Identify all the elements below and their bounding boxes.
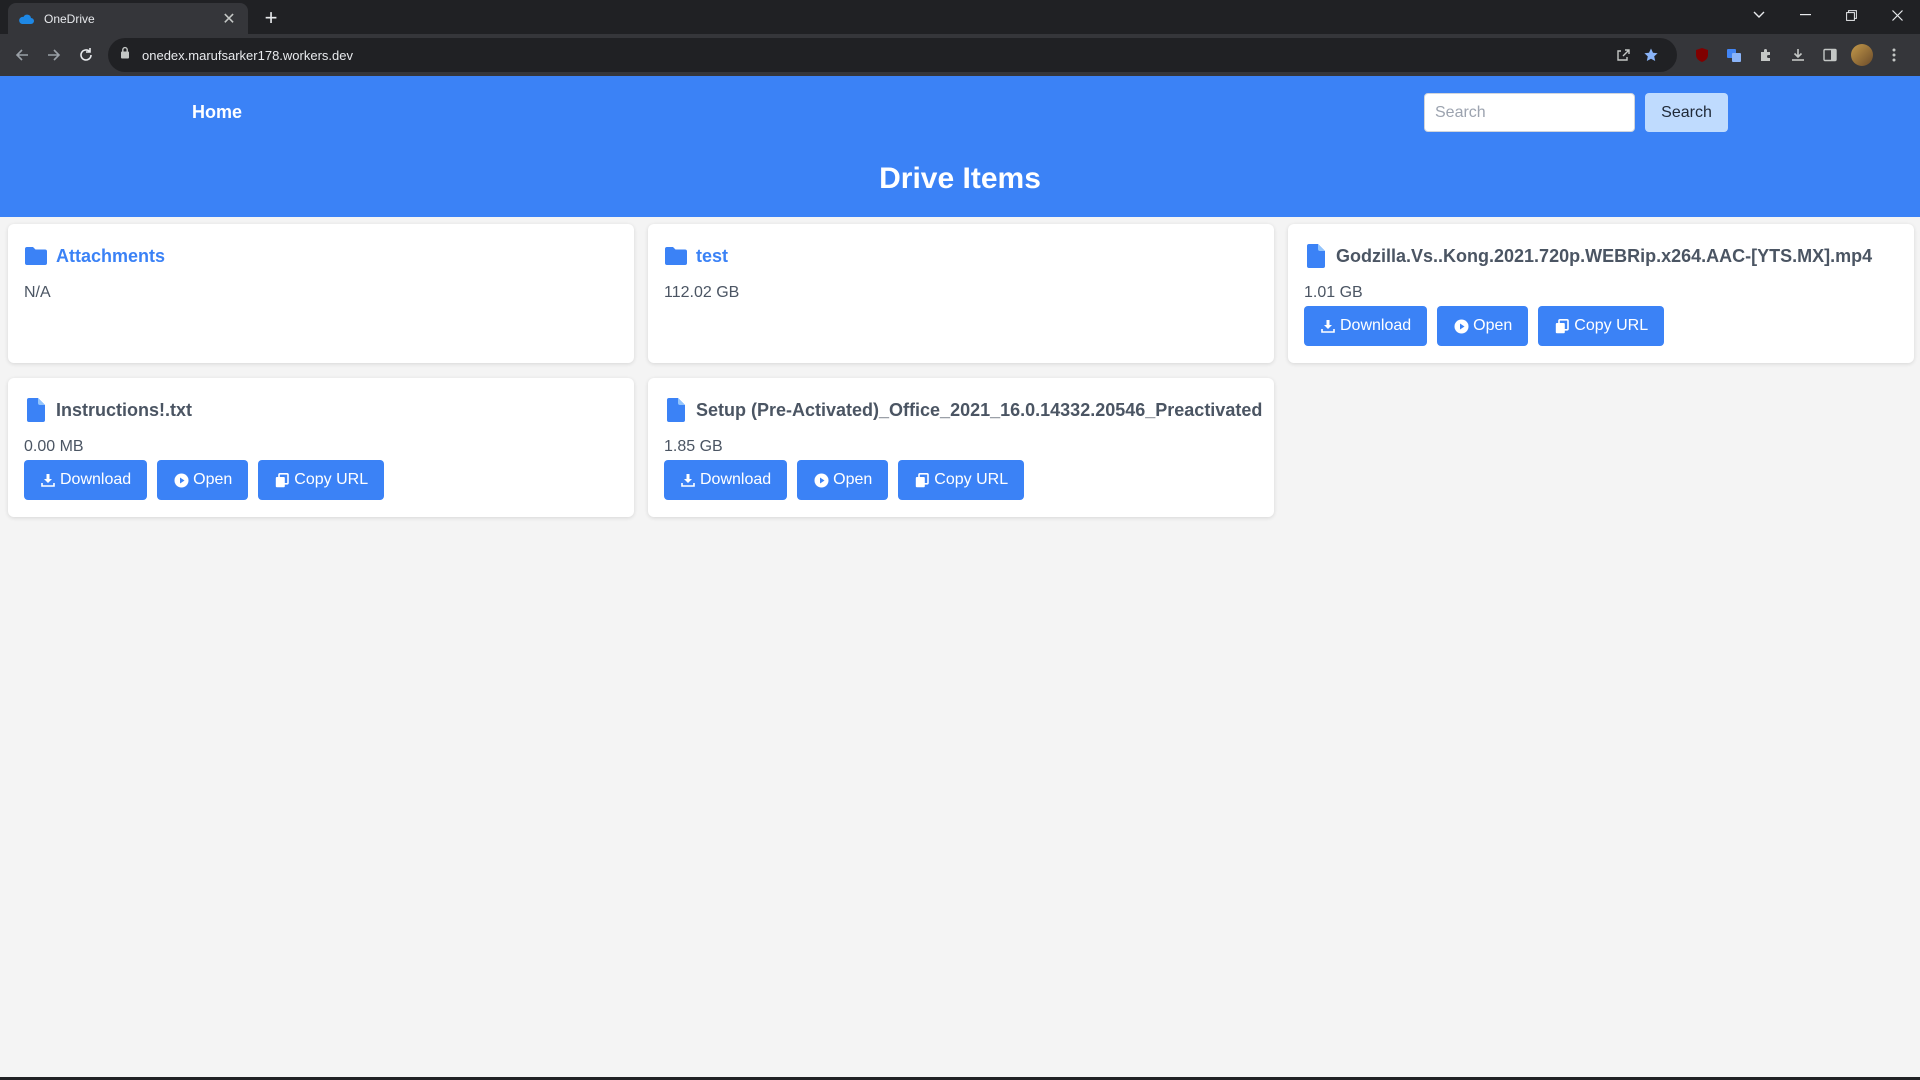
drive-item-card: Attachments N/A	[8, 224, 634, 363]
item-title: Godzilla.Vs..Kong.2021.720p.WEBRip.x264.…	[1304, 244, 1872, 268]
reload-icon[interactable]	[70, 39, 102, 71]
drive-item-card: Instructions!.txt 0.00 MB Download Open …	[8, 378, 634, 517]
file-name: Godzilla.Vs..Kong.2021.720p.WEBRip.x264.…	[1336, 245, 1873, 266]
file-name: Setup (Pre-Activated)_Office_2021_16.0.1…	[696, 399, 1263, 420]
item-size: 1.85 GB	[664, 438, 723, 455]
folder-name-link[interactable]: test	[696, 246, 728, 267]
copy-url-button[interactable]: Copy URL	[258, 460, 385, 500]
folder-icon	[664, 244, 688, 268]
drive-item-card: Godzilla.Vs..Kong.2021.720p.WEBRip.x264.…	[1288, 224, 1914, 363]
browser-tab-onedrive[interactable]: OneDrive ✕	[8, 3, 248, 34]
browser-tabbar: OneDrive ✕ +	[0, 0, 1920, 34]
play-circle-icon	[173, 472, 189, 488]
open-label: Open	[1473, 317, 1513, 334]
downloads-icon[interactable]	[1782, 39, 1814, 71]
drive-items-grid: Attachments N/A test 112.02 GB Godzilla.…	[8, 224, 1914, 517]
file-icon	[664, 398, 688, 422]
lock-icon[interactable]	[120, 46, 130, 64]
tab-search-icon[interactable]	[1736, 0, 1782, 30]
more-menu-icon[interactable]	[1878, 39, 1910, 71]
restore-icon[interactable]	[1828, 0, 1874, 30]
open-button[interactable]: Open	[157, 460, 249, 500]
item-actions: Download Open Copy URL	[664, 460, 1025, 500]
copy-url-button[interactable]: Copy URL	[898, 460, 1025, 500]
copy-url-button[interactable]: Copy URL	[1538, 306, 1665, 346]
window-controls	[1736, 0, 1920, 30]
copy-url-label: Copy URL	[1574, 317, 1649, 334]
puzzle-extensions-icon[interactable]	[1750, 39, 1782, 71]
item-size: N/A	[24, 284, 51, 301]
download-button[interactable]: Download	[664, 460, 788, 500]
page-title: Drive Items	[879, 162, 1041, 195]
item-size: 1.01 GB	[1304, 284, 1363, 301]
download-label: Download	[700, 471, 772, 488]
copy-url-label: Copy URL	[934, 471, 1009, 488]
download-icon	[1320, 318, 1336, 334]
minimize-icon[interactable]	[1782, 0, 1828, 30]
close-tab-icon[interactable]: ✕	[220, 10, 238, 28]
open-label: Open	[833, 471, 873, 488]
home-link[interactable]: Home	[192, 102, 242, 123]
copy-icon	[1554, 318, 1570, 334]
download-button[interactable]: Download	[24, 460, 148, 500]
play-circle-icon	[813, 472, 829, 488]
address-bar[interactable]: onedex.marufsarker178.workers.dev	[108, 38, 1677, 72]
drive-item-card: test 112.02 GB	[648, 224, 1274, 363]
profile-avatar[interactable]	[1846, 39, 1878, 71]
side-panel-icon[interactable]	[1814, 39, 1846, 71]
translate-extension-icon[interactable]	[1718, 39, 1750, 71]
back-arrow-icon[interactable]	[6, 39, 38, 71]
play-circle-icon	[1453, 318, 1469, 334]
close-window-icon[interactable]	[1874, 0, 1920, 30]
download-icon	[680, 472, 696, 488]
file-name: Instructions!.txt	[56, 399, 193, 420]
item-title: Instructions!.txt	[24, 398, 192, 422]
file-icon	[1304, 244, 1328, 268]
search-input[interactable]	[1424, 93, 1635, 132]
ublock-origin-icon[interactable]	[1686, 39, 1718, 71]
share-icon[interactable]	[1609, 41, 1637, 69]
folder-icon	[24, 244, 48, 268]
copy-icon	[274, 472, 290, 488]
page-content: Home Search Drive Items Attachments N/A …	[0, 76, 1920, 1080]
open-label: Open	[193, 471, 233, 488]
item-size: 0.00 MB	[24, 438, 84, 455]
item-title: Attachments	[24, 244, 165, 268]
drive-item-card: Setup (Pre-Activated)_Office_2021_16.0.1…	[648, 378, 1274, 517]
onedrive-cloud-icon	[18, 11, 34, 27]
download-icon	[40, 472, 56, 488]
browser-toolbar: onedex.marufsarker178.workers.dev	[0, 34, 1920, 76]
tab-title: OneDrive	[44, 11, 95, 26]
url-text[interactable]: onedex.marufsarker178.workers.dev	[142, 48, 1609, 63]
download-label: Download	[60, 471, 132, 488]
open-button[interactable]: Open	[797, 460, 889, 500]
copy-icon	[914, 472, 930, 488]
item-actions: Download Open Copy URL	[24, 460, 385, 500]
copy-url-label: Copy URL	[294, 471, 369, 488]
new-tab-button[interactable]: +	[258, 5, 284, 31]
open-button[interactable]: Open	[1437, 306, 1529, 346]
item-title: Setup (Pre-Activated)_Office_2021_16.0.1…	[664, 398, 1262, 422]
bookmark-star-icon[interactable]	[1637, 41, 1665, 69]
file-icon	[24, 398, 48, 422]
site-header: Home Search Drive Items	[0, 76, 1920, 217]
item-title: test	[664, 244, 728, 268]
folder-name-link[interactable]: Attachments	[56, 246, 165, 267]
forward-arrow-icon[interactable]	[38, 39, 70, 71]
item-size: 112.02 GB	[664, 284, 740, 301]
extensions-area	[1686, 39, 1910, 71]
search-button[interactable]: Search	[1645, 93, 1728, 132]
download-button[interactable]: Download	[1304, 306, 1428, 346]
item-actions: Download Open Copy URL	[1304, 306, 1665, 346]
download-label: Download	[1340, 317, 1412, 334]
